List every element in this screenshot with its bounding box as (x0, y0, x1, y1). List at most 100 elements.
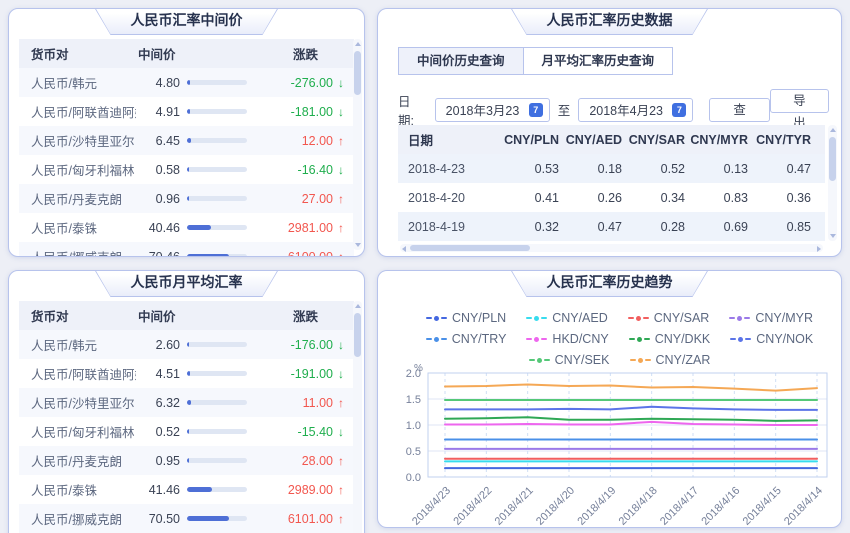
table-row: 人民币/丹麦克朗0.9627.00↑ (19, 184, 354, 213)
legend-item-cny-aed[interactable]: CNY/AED (526, 311, 608, 325)
scrollbar-thumb[interactable] (829, 137, 836, 181)
change-cell: 28.00↑ (250, 454, 344, 468)
change-cell: 2989.00↑ (250, 483, 344, 497)
price-minibar (187, 80, 247, 85)
svg-text:2018/4/23: 2018/4/23 (410, 485, 453, 527)
date-to-value: 2018年4月23 (589, 100, 663, 119)
pair-label: 人民币/沙特里亚尔 (31, 131, 136, 150)
mid-price-rows: 人民币/韩元4.80-276.00↓人民币/阿联酋迪阿姆4.91-181.00↓… (19, 68, 354, 257)
scroll-up-icon[interactable] (830, 128, 836, 132)
change-cell: -16.40↓ (250, 163, 344, 177)
table-row: 人民币/匈牙利福林0.58-16.40↓ (19, 155, 354, 184)
scrollbar-thumb[interactable] (354, 313, 361, 357)
scroll-down-icon[interactable] (830, 234, 836, 238)
date-to-input[interactable]: 2018年4月23 7 (578, 98, 693, 122)
price-cell: 0.52 (136, 425, 250, 439)
scroll-up-icon[interactable] (355, 304, 361, 308)
export-button[interactable]: 导出 (770, 89, 829, 113)
change-cell: -15.40↓ (250, 425, 344, 439)
price-minibar-fill (187, 167, 189, 172)
legend-item-hkd-cny[interactable]: HKD/CNY (526, 332, 608, 346)
legend-label: CNY/NOK (756, 332, 813, 346)
price-minibar (187, 225, 247, 230)
legend-item-cny-try[interactable]: CNY/TRY (426, 332, 507, 346)
pair-label: 人民币/匈牙利福林 (31, 422, 136, 441)
value-cell: 0.36 (748, 191, 811, 205)
calendar-icon[interactable]: 7 (672, 103, 686, 117)
legend-label: CNY/MYR (755, 311, 813, 325)
col-header-date: 日期 (408, 130, 496, 149)
legend-marker-icon (426, 316, 447, 321)
col-header-change: 涨跌 (250, 44, 344, 63)
table-row: 人民币/韩元2.60-176.00↓ (19, 330, 354, 359)
svg-text:1.5: 1.5 (406, 394, 421, 406)
legend-item-cny-dkk[interactable]: CNY/DKK (629, 332, 711, 346)
horizontal-scrollbar[interactable] (400, 244, 823, 252)
price-minibar-fill (187, 371, 190, 376)
pair-label: 人民币/阿联酋迪阿姆 (31, 364, 136, 383)
legend-label: HKD/CNY (552, 332, 608, 346)
scrollbar-thumb[interactable] (410, 245, 530, 251)
tab-mid-price-history[interactable]: 中间价历史查询 (398, 47, 524, 75)
legend-marker-icon (628, 316, 649, 321)
price-value: 70.50 (136, 512, 180, 526)
col-header-price: 中间价 (136, 44, 250, 63)
date-from-input[interactable]: 2018年3月23 7 (435, 98, 550, 122)
arrow-up-icon: ↑ (338, 250, 344, 258)
arrow-down-icon: ↓ (338, 367, 344, 381)
svg-text:2018/4/18: 2018/4/18 (617, 485, 660, 527)
price-minibar-fill (187, 196, 189, 201)
arrow-down-icon: ↓ (338, 338, 344, 352)
vertical-scrollbar[interactable] (353, 301, 362, 533)
history-tabs: 中间价历史查询 月平均汇率历史查询 (398, 47, 673, 75)
price-minibar-fill (187, 429, 189, 434)
legend-item-cny-myr[interactable]: CNY/MYR (729, 311, 813, 325)
scrollbar-thumb[interactable] (354, 51, 361, 95)
col-header-pair: 货币对 (31, 44, 136, 63)
value-cell: 0.26 (559, 191, 622, 205)
panel-title: 人民币汇率历史数据 (511, 8, 709, 33)
value-cell: 0.85 (748, 220, 811, 234)
scroll-left-icon[interactable] (402, 246, 406, 252)
scroll-right-icon[interactable] (817, 246, 821, 252)
legend-marker-icon (729, 316, 750, 321)
price-cell: 0.96 (136, 192, 250, 206)
series-line-cny-zar (445, 384, 817, 390)
price-minibar (187, 138, 247, 143)
pair-label: 人民币/挪威克朗 (31, 247, 136, 257)
arrow-up-icon: ↑ (338, 483, 344, 497)
query-button[interactable]: 查询 (709, 98, 769, 122)
chart-legend: CNY/PLN CNY/AED CNY/SAR CNY/MYR CNY/TRY HKD/C… (408, 311, 831, 367)
col-header-pln: CNY/PLN (496, 133, 559, 147)
legend-item-cny-pln[interactable]: CNY/PLN (426, 311, 506, 325)
change-cell: 27.00↑ (250, 192, 344, 206)
calendar-icon[interactable]: 7 (529, 103, 543, 117)
pair-label: 人民币/挪威克朗 (31, 509, 136, 528)
price-value: 0.96 (136, 192, 180, 206)
price-minibar (187, 458, 247, 463)
change-value: 27.00 (302, 192, 333, 206)
table-header-row: 日期 CNY/PLN CNY/AED CNY/SAR CNY/MYR CNY/T… (398, 125, 825, 154)
change-cell: -276.00↓ (250, 76, 344, 90)
arrow-up-icon: ↑ (338, 221, 344, 235)
legend-item-cny-nok[interactable]: CNY/NOK (730, 332, 813, 346)
svg-text:2018/4/21: 2018/4/21 (493, 485, 536, 527)
arrow-up-icon: ↑ (338, 396, 344, 410)
legend-item-cny-sar[interactable]: CNY/SAR (628, 311, 710, 325)
scroll-down-icon[interactable] (355, 243, 361, 247)
panel-title: 人民币汇率历史趋势 (511, 270, 709, 295)
mid-price-table: 货币对 中间价 涨跌 人民币/韩元4.80-276.00↓人民币/阿联酋迪阿姆4… (19, 39, 354, 257)
vertical-scrollbar[interactable] (828, 125, 837, 241)
legend-marker-icon (526, 337, 547, 342)
table-row: 人民币/挪威克朗70.506101.00↑ (19, 504, 354, 533)
vertical-scrollbar[interactable] (353, 39, 362, 250)
scroll-up-icon[interactable] (355, 42, 361, 46)
svg-text:0.5: 0.5 (406, 446, 421, 458)
svg-text:2018/4/15: 2018/4/15 (741, 485, 784, 527)
price-value: 4.51 (136, 367, 180, 381)
date-from-value: 2018年3月23 (446, 100, 520, 119)
legend-label: CNY/DKK (655, 332, 711, 346)
price-minibar (187, 429, 247, 434)
series-line-cny-nok (445, 407, 817, 410)
tab-monthly-avg-history[interactable]: 月平均汇率历史查询 (523, 47, 674, 75)
